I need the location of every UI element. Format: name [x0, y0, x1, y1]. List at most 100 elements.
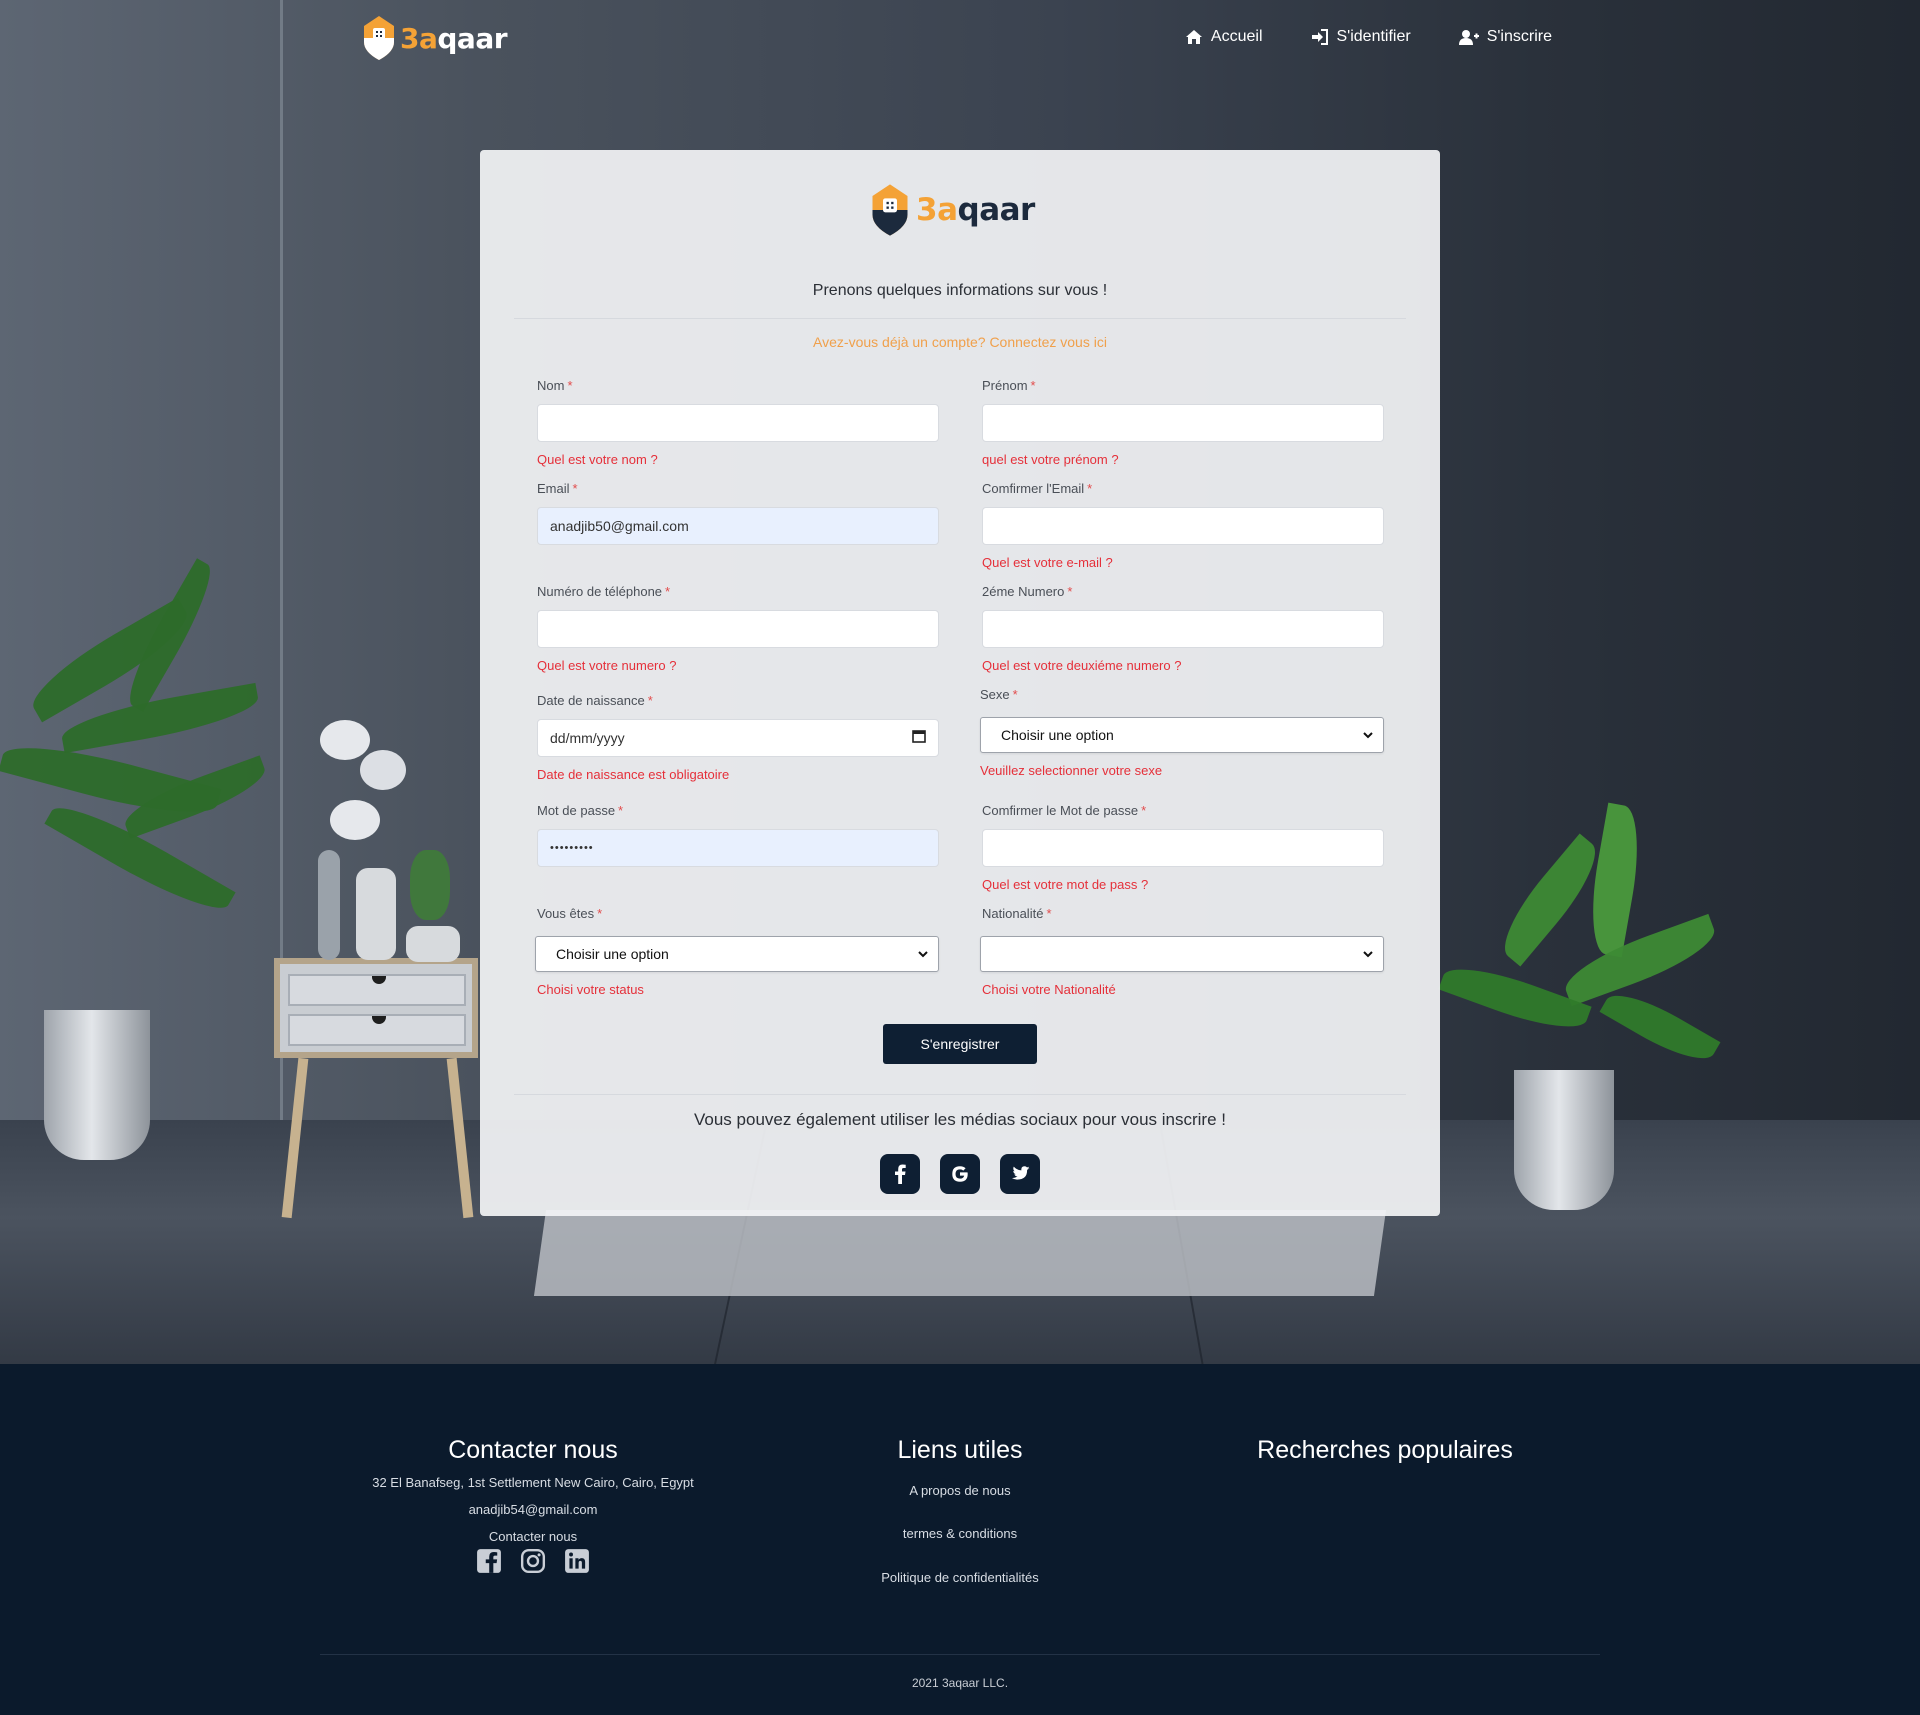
nom-input[interactable]: [537, 404, 939, 442]
sexe-select[interactable]: Choisir une option: [980, 717, 1384, 753]
field-status: Vous êtes * Choisir une option Choisi vot…: [535, 906, 939, 997]
form-intro: Prenons quelques informations sur vous !: [812, 282, 1108, 299]
field-prenom: Prénom * quel est votre prénom ?: [982, 378, 1384, 467]
home-icon: [1185, 30, 1202, 44]
nav-home-label: Accueil: [1210, 28, 1263, 45]
prenom-input[interactable]: [982, 404, 1384, 442]
label-status: Vous êtes *: [537, 906, 603, 921]
field-nationalite: Nationalité * Choisi votre Nationalité: [980, 906, 1384, 997]
register-button[interactable]: S'enregistrer: [883, 1024, 1037, 1064]
rug: [533, 1210, 1387, 1296]
birthdate-input[interactable]: dd/mm/yyyy: [537, 719, 939, 757]
nav-register-label: S'inscrire: [1486, 28, 1552, 45]
label-email: Email *: [537, 481, 578, 496]
phone-input[interactable]: [537, 610, 939, 648]
label-nationalite: Nationalité *: [982, 906, 1052, 921]
google-button[interactable]: [940, 1154, 980, 1194]
error-phone2: Quel est votre deuxiéme numero ?: [982, 658, 1182, 673]
field-sexe: Sexe * Choisir une option Veuillez select…: [980, 687, 1384, 778]
twitter-icon: [1011, 1166, 1030, 1180]
bottle: [318, 850, 340, 960]
label-phone: Numéro de téléphone *: [537, 584, 671, 599]
status-selected: Choisir une option: [556, 946, 669, 962]
email-input[interactable]: anadjib50@gmail.com: [537, 507, 939, 545]
label-prenom: Prénom *: [982, 378, 1036, 393]
footer-popular-title: Recherches populaires: [1257, 1436, 1513, 1464]
label-phone2: 2éme Numero *: [982, 584, 1073, 599]
footer-contact: Contacter nous 32 El Banafseg, 1st Settl…: [348, 1436, 718, 1574]
brand-name: 3aqaar: [400, 21, 508, 55]
wall-edge: [280, 0, 283, 1120]
error-prenom: quel est votre prénom ?: [982, 452, 1119, 467]
card-logo: 3aqaar: [870, 182, 1035, 238]
footer-address: 32 El Banafseg, 1st Settlement New Cairo…: [372, 1475, 694, 1490]
footer-social-icons: [348, 1548, 718, 1574]
calendar-icon[interactable]: [912, 720, 926, 756]
nav-links: Accueil S'identifier S'inscrire: [1185, 28, 1552, 46]
error-status: Choisi votre status: [537, 982, 644, 997]
location-house-icon: [364, 16, 394, 60]
footer-links-title: Liens utiles: [897, 1436, 1023, 1464]
divider: [514, 318, 1406, 319]
footer-email[interactable]: anadjib54@gmail.com: [348, 1502, 718, 1517]
footer-link-privacy[interactable]: Politique de confidentialités: [810, 1570, 1110, 1585]
footer-contact-title: Contacter nous: [448, 1436, 618, 1464]
field-phone2: 2éme Numero * Quel est votre deuxiéme num…: [982, 584, 1384, 673]
facebook-button[interactable]: [880, 1154, 920, 1194]
error-nom: Quel est votre nom ?: [537, 452, 658, 467]
field-confirm-password: Comfirmer le Mot de passe * Quel est votr…: [982, 803, 1384, 892]
error-confirm-email: Quel est votre e-mail ?: [982, 555, 1113, 570]
nav-home[interactable]: Accueil: [1185, 28, 1263, 46]
social-prompt: Vous pouvez également utiliser les média…: [694, 1110, 1226, 1129]
copyright: 2021 3aqaar LLC.: [911, 1676, 1009, 1690]
linkedin-icon[interactable]: [564, 1548, 590, 1574]
field-birthdate: Date de naissance * dd/mm/yyyy Date de na…: [537, 693, 939, 782]
footer-popular: Recherches populaires: [1200, 1436, 1570, 1475]
label-password: Mot de passe *: [537, 803, 624, 818]
twitter-button[interactable]: [1000, 1154, 1040, 1194]
google-icon: [952, 1166, 968, 1182]
social-buttons: [880, 1154, 1040, 1194]
nav-register[interactable]: S'inscrire: [1458, 28, 1552, 46]
birthdate-placeholder: dd/mm/yyyy: [550, 730, 625, 746]
chevron-down-icon: [918, 951, 928, 958]
footer: Contacter nous 32 El Banafseg, 1st Settl…: [0, 1364, 1920, 1715]
error-sexe: Veuillez selectionner votre sexe: [980, 763, 1163, 778]
error-confirm-password: Quel est votre mot de pass ?: [982, 877, 1149, 892]
field-password: Mot de passe * •••••••••: [537, 803, 939, 867]
confirm-email-input[interactable]: [982, 507, 1384, 545]
navbar: 3aqaar Accueil S'identifier S'inscrire: [0, 0, 1920, 80]
brand-logo[interactable]: 3aqaar: [362, 14, 508, 62]
error-birthdate: Date de naissance est obligatoire: [537, 767, 730, 782]
footer-links: Liens utiles A propos de nous termes & c…: [810, 1436, 1110, 1585]
nationalite-select[interactable]: [980, 936, 1384, 972]
label-birthdate: Date de naissance *: [537, 693, 653, 708]
login-link[interactable]: Avez-vous déjà un compte? Connectez vous…: [480, 334, 1440, 350]
label-sexe: Sexe *: [980, 687, 1018, 702]
error-phone: Quel est votre numero ?: [537, 658, 677, 673]
nav-login-label: S'identifier: [1336, 28, 1411, 45]
side-table: [274, 958, 478, 1058]
label-confirm-email: Comfirmer l'Email *: [982, 481, 1093, 496]
footer-link-terms[interactable]: termes & conditions: [810, 1526, 1110, 1541]
footer-link-about[interactable]: A propos de nous: [810, 1483, 1110, 1498]
instagram-icon[interactable]: [520, 1548, 546, 1574]
phone2-input[interactable]: [982, 610, 1384, 648]
sexe-selected: Choisir une option: [1001, 727, 1114, 743]
label-nom: Nom *: [537, 378, 573, 393]
location-house-icon: [872, 184, 908, 236]
sign-in-icon: [1311, 29, 1328, 45]
user-plus-icon: [1458, 30, 1479, 45]
divider: [514, 1094, 1406, 1095]
field-nom: Nom * Quel est votre nom ?: [537, 378, 939, 467]
password-input[interactable]: •••••••••: [537, 829, 939, 867]
footer-divider: [320, 1654, 1600, 1655]
nav-login[interactable]: S'identifier: [1311, 28, 1411, 46]
facebook-icon: [895, 1164, 906, 1184]
vase: [356, 868, 396, 960]
small-pot: [406, 926, 460, 962]
facebook-icon[interactable]: [476, 1548, 502, 1574]
status-select[interactable]: Choisir une option: [535, 936, 939, 972]
field-phone: Numéro de téléphone * Quel est votre nume…: [537, 584, 939, 673]
confirm-password-input[interactable]: [982, 829, 1384, 867]
